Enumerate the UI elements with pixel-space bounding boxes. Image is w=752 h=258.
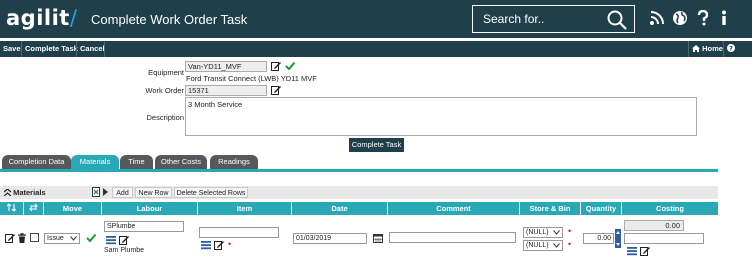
column-header-date[interactable]: Date	[292, 202, 388, 215]
delete-selected-rows-button[interactable]: Delete Selected Rows	[174, 187, 248, 198]
toolbar-divider	[688, 41, 689, 57]
trash-icon[interactable]	[17, 233, 27, 243]
column-header-quantity[interactable]: Quantity	[581, 202, 622, 215]
edit-icon[interactable]	[119, 235, 129, 245]
tab-readings[interactable]: Readings	[210, 155, 258, 169]
search-box	[472, 5, 635, 33]
cancel-button[interactable]: Cancel	[78, 43, 107, 55]
equipment-description: Ford Transit Connect (LWB) YD11 MVF	[186, 74, 317, 83]
help-label: Help	[727, 56, 744, 65]
rss-icon[interactable]	[649, 10, 665, 26]
move-select[interactable]: Issue	[44, 233, 80, 244]
add-button[interactable]: Add	[112, 187, 133, 198]
collapse-icon[interactable]	[3, 188, 12, 197]
list-icon[interactable]	[106, 235, 116, 245]
svg-text:?: ?	[729, 45, 733, 53]
bin-select-value: (NULL)	[526, 242, 549, 249]
toolbar-divider	[76, 41, 77, 57]
chevron-down-icon	[553, 230, 560, 235]
required-marker: •	[228, 239, 232, 249]
stepper-arrows-icon	[616, 231, 620, 246]
costing-input[interactable]	[624, 233, 704, 244]
tab-completion-data[interactable]: Completion Data	[2, 155, 71, 169]
tab-materials[interactable]: Materials	[71, 155, 119, 169]
info-icon[interactable]	[716, 10, 732, 26]
equipment-label: Equipment	[148, 68, 184, 77]
edit-icon[interactable]	[640, 246, 650, 256]
logo-text: agilit	[6, 6, 70, 30]
materials-title: Materials	[3, 188, 46, 197]
store-select-value: (NULL)	[526, 229, 549, 236]
complete-task-toolbar-button[interactable]: Complete Task	[23, 43, 80, 55]
required-marker: •	[568, 239, 572, 249]
chevron-down-icon	[70, 236, 77, 241]
item-input[interactable]	[199, 227, 279, 238]
materials-title-text: Materials	[13, 188, 46, 197]
agility-logo[interactable]: agilit/	[6, 6, 77, 30]
help-button[interactable]: ? Help	[725, 43, 752, 65]
sort-icon	[6, 203, 17, 212]
refresh-icon	[29, 203, 38, 212]
new-row-button[interactable]: New Row	[135, 187, 172, 198]
column-header-costing[interactable]: Costing	[622, 202, 718, 215]
page-title: Complete Work Order Task	[91, 12, 248, 27]
export-excel-icon[interactable]	[92, 187, 102, 197]
required-marker: •	[568, 226, 572, 236]
quantity-input[interactable]: 0.00	[583, 233, 614, 244]
tab-time[interactable]: Time	[120, 155, 153, 169]
equipment-field[interactable]: Van-YD11_MVF	[185, 61, 267, 72]
home-label: Home	[702, 44, 723, 53]
tab-underline	[0, 169, 718, 172]
work-order-label: Work Order	[145, 86, 184, 95]
search-icon[interactable]	[606, 9, 628, 31]
date-input[interactable]: 01/03/2019	[293, 233, 367, 244]
move-select-value: Issue	[47, 235, 64, 242]
home-button[interactable]: Home	[690, 43, 725, 55]
menu-arrow-icon[interactable]	[103, 188, 108, 196]
chevron-down-icon	[553, 243, 560, 248]
toolbar-divider	[104, 41, 105, 57]
calendar-icon[interactable]	[373, 233, 383, 243]
refresh-column-header[interactable]	[24, 202, 44, 215]
column-header-item[interactable]: Item	[198, 202, 292, 215]
logo-slash: /	[69, 6, 78, 30]
column-header-comment[interactable]: Comment	[388, 202, 520, 215]
row-checkbox[interactable]	[30, 233, 39, 242]
app-header: agilit/ Complete Work Order Task	[0, 0, 752, 38]
list-icon[interactable]	[201, 240, 211, 250]
labour-name: Sam Plumbe	[104, 247, 145, 254]
action-toolbar: Save Complete Task Cancel Home ? Help	[0, 41, 752, 65]
description-label: Description	[146, 113, 184, 122]
toolbar-divider	[21, 41, 22, 57]
home-icon	[692, 45, 700, 52]
complete-task-button[interactable]: Complete Task	[349, 138, 404, 152]
description-textarea[interactable]: 3 Month Service	[185, 97, 697, 136]
list-icon[interactable]	[627, 246, 637, 256]
save-button[interactable]: Save	[1, 43, 23, 55]
edit-icon[interactable]	[214, 240, 224, 250]
column-header-store-bin[interactable]: Store & Bin	[520, 202, 581, 215]
tab-other-costs[interactable]: Other Costs	[155, 155, 207, 169]
edit-icon[interactable]	[271, 61, 281, 71]
sort-column-header[interactable]	[0, 202, 24, 215]
help-icon[interactable]	[695, 10, 711, 26]
comment-input[interactable]	[389, 232, 516, 243]
edit-icon[interactable]	[271, 85, 281, 95]
work-order-field[interactable]: 15371	[185, 85, 267, 96]
check-icon	[86, 233, 96, 243]
help-circle-icon: ?	[727, 44, 735, 53]
check-icon	[285, 61, 295, 71]
store-select[interactable]: (NULL)	[523, 227, 563, 238]
edit-icon[interactable]	[5, 233, 15, 243]
globe-icon[interactable]	[672, 10, 688, 26]
costing-value: 0.00	[624, 220, 684, 231]
column-header-labour[interactable]: Labour	[102, 202, 198, 215]
column-header-move[interactable]: Move	[44, 202, 102, 215]
quantity-stepper[interactable]	[615, 229, 621, 248]
labour-input[interactable]: SPlumbe	[104, 221, 184, 232]
bin-select[interactable]: (NULL)	[523, 240, 563, 251]
search-input[interactable]	[473, 6, 603, 32]
toolbar-divider	[723, 41, 724, 57]
